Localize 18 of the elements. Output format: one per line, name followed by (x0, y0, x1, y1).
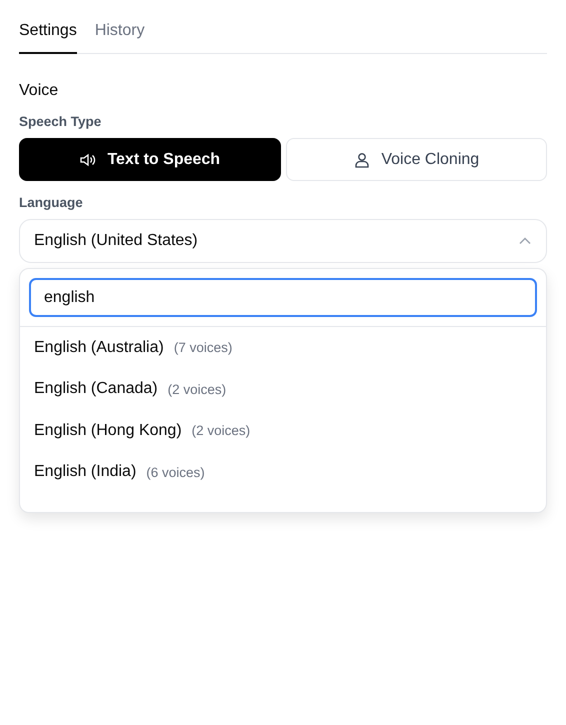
language-option[interactable]: English (India) (34, 463, 136, 482)
section-title: Voice (19, 82, 60, 100)
speech-type-button[interactable]: Voice Cloning (286, 138, 547, 181)
language-select[interactable]: English (United States) (19, 219, 547, 263)
tab[interactable]: Settings (19, 18, 77, 54)
field-label: Language (19, 195, 84, 210)
voice-count: (2 voices) (192, 423, 250, 438)
tab[interactable]: History (94, 18, 145, 54)
language-option[interactable]: English (Australia) (34, 338, 164, 357)
voice-count: (7 voices) (174, 340, 232, 356)
language-option[interactable]: English (Canada) (34, 380, 158, 398)
speech-type-button[interactable]: Text to Speech (19, 138, 280, 181)
person-icon (353, 150, 372, 168)
language-option[interactable]: English (Hong Kong) (34, 422, 182, 440)
voice-count: (6 voices) (146, 464, 205, 480)
search-field[interactable]: english (29, 278, 537, 317)
voice-count: (2 voices) (168, 382, 226, 397)
field-label: Speech Type (19, 114, 102, 129)
